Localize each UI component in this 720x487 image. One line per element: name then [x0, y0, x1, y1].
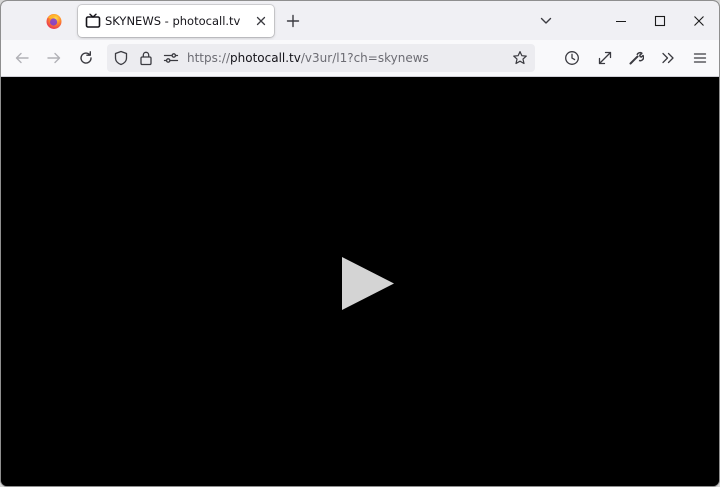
tools-button[interactable] — [628, 50, 644, 66]
reload-icon — [80, 51, 92, 64]
hamburger-icon — [693, 53, 707, 63]
tab-title: SKYNEWS - photocall.tv — [105, 14, 241, 28]
reload-button[interactable] — [78, 50, 94, 66]
arrow-right-icon — [47, 52, 61, 64]
url-host: photocall.tv — [230, 51, 301, 65]
play-button[interactable] — [339, 255, 397, 313]
close-icon — [694, 16, 704, 26]
browser-window: SKYNEWS - photocall.tv https://photocall… — [0, 0, 720, 487]
wrench-icon — [629, 51, 644, 65]
new-tab-button[interactable] — [285, 13, 301, 29]
fullscreen-button[interactable] — [597, 50, 613, 66]
minimize-button[interactable] — [615, 15, 627, 27]
history-button[interactable] — [564, 50, 580, 66]
lock-icon[interactable] — [138, 50, 154, 66]
forward-button[interactable] — [46, 50, 62, 66]
main-menu-button[interactable] — [692, 50, 708, 66]
navigation-toolbar: https://photocall.tv/v3ur/l1?ch=skynews — [1, 40, 719, 77]
close-icon — [256, 16, 266, 26]
sliders-icon[interactable] — [163, 50, 179, 66]
double-chevron-right-icon — [662, 52, 674, 64]
close-window-button[interactable] — [693, 15, 705, 27]
arrow-left-icon — [15, 52, 29, 64]
address-bar[interactable]: https://photocall.tv/v3ur/l1?ch=skynews — [107, 44, 535, 72]
firefox-logo-icon[interactable] — [45, 12, 63, 30]
maximize-button[interactable] — [654, 15, 666, 27]
url-path: /v3ur/l1?ch=skynews — [300, 51, 429, 65]
star-icon — [513, 51, 527, 65]
chevron-down-icon — [540, 17, 552, 24]
tv-icon — [85, 13, 101, 29]
bookmark-star-button[interactable] — [512, 50, 528, 66]
list-all-tabs-button[interactable] — [539, 14, 553, 28]
tab-strip: SKYNEWS - photocall.tv — [1, 1, 719, 40]
maximize-icon — [654, 15, 666, 27]
minimize-icon — [616, 20, 626, 23]
overflow-menu-button[interactable] — [660, 50, 676, 66]
clock-icon — [565, 51, 579, 65]
expand-icon — [598, 51, 612, 65]
plus-icon — [286, 14, 300, 28]
video-player[interactable] — [1, 77, 719, 486]
play-icon — [342, 257, 394, 310]
url-text[interactable]: https://photocall.tv/v3ur/l1?ch=skynews — [187, 44, 429, 72]
tab-active[interactable]: SKYNEWS - photocall.tv — [78, 5, 274, 37]
shield-icon[interactable] — [113, 50, 129, 66]
url-scheme: https:// — [187, 51, 231, 65]
back-button[interactable] — [14, 50, 30, 66]
close-tab-button[interactable] — [254, 14, 268, 28]
